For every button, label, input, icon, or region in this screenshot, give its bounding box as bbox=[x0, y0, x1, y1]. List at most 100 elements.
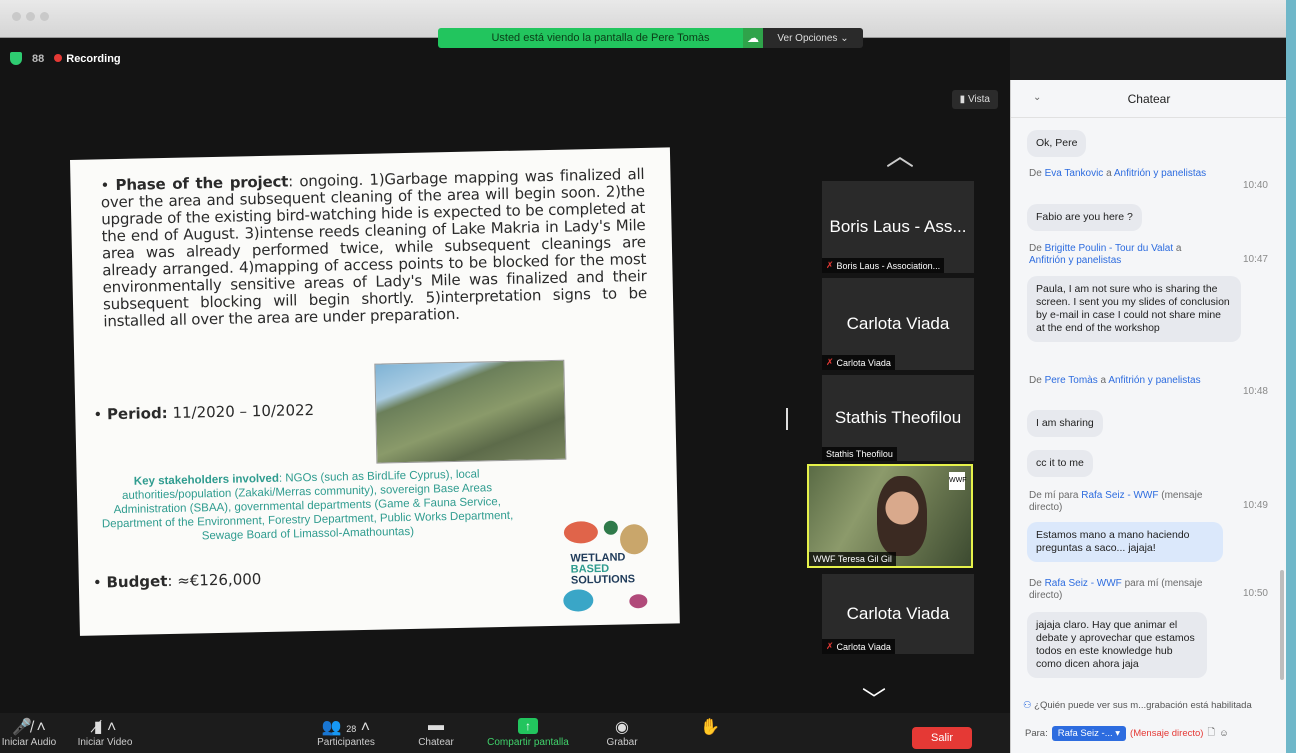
chat-visibility-note[interactable]: ⚇ ¿Quién puede ver sus m...grabación est… bbox=[1023, 700, 1283, 711]
slide-stake-label: Key stakeholders involved bbox=[133, 472, 280, 488]
logo-blob-green bbox=[603, 520, 618, 535]
logo-text: WETLAND BASED SOLUTIONS bbox=[570, 551, 636, 587]
participant-video-face bbox=[877, 476, 927, 556]
mic-muted-icon: ✗ bbox=[826, 641, 834, 651]
share-arrow-icon: ↑ bbox=[518, 718, 538, 734]
start-audio-button[interactable]: 🎤̸ ˄ Iniciar Audio bbox=[0, 717, 64, 748]
share-icon-wrap: ↑ bbox=[478, 717, 578, 737]
screen-share-banner: Usted está viendo la pantalla de Pere To… bbox=[438, 28, 763, 48]
mic-muted-icon: ✗ bbox=[826, 357, 834, 367]
meta-recipient: Anfitrión y panelistas bbox=[1108, 375, 1201, 386]
chat-message-meta: De Brigitte Poulin - Tour du Valat a Anf… bbox=[1029, 243, 1219, 267]
window-close-button[interactable] bbox=[12, 12, 21, 21]
logo-line-3: SOLUTIONS bbox=[570, 573, 636, 587]
record-dot-icon bbox=[54, 53, 63, 62]
chat-message-bubble: Estamos mano a mano haciendo preguntas a… bbox=[1027, 522, 1223, 562]
participant-tile[interactable]: Carlota Viada ✗ Carlota Viada bbox=[822, 278, 974, 370]
record-icon: ◉ bbox=[615, 719, 629, 736]
chat-message-time: 10:40 bbox=[1242, 180, 1268, 191]
view-button[interactable]: ▮ Vista bbox=[951, 90, 998, 109]
shield-icon[interactable] bbox=[10, 52, 22, 65]
gallery-scroll-down-icon[interactable]: ﹀ bbox=[862, 680, 886, 715]
participants-button[interactable]: 👥 28 ˄ Participantes bbox=[306, 717, 386, 748]
chat-recipient-row: Para: Rafa Seiz -... ▾ (Mensaje directo)… bbox=[1025, 725, 1287, 741]
chat-header: ⌄ Chatear bbox=[1011, 80, 1287, 118]
window-zoom-button[interactable] bbox=[40, 12, 49, 21]
chat-scrollbar[interactable] bbox=[1280, 570, 1284, 680]
chat-message-time: 10:48 bbox=[1242, 386, 1268, 397]
chat-message-time: 10:47 bbox=[1242, 254, 1268, 265]
chat-visibility-text: ¿Quién puede ver sus m...grabación está … bbox=[1034, 700, 1252, 711]
participant-name-tag: ✗ Carlota Viada bbox=[822, 355, 895, 370]
logo-blob-tan bbox=[619, 523, 649, 555]
chat-button[interactable]: ▬ Chatear bbox=[406, 717, 466, 748]
chat-message-bubble: I am sharing bbox=[1027, 410, 1103, 437]
participant-display-name: Stathis Theofilou bbox=[834, 408, 962, 427]
gallery-scroll-up-icon[interactable]: ︿ bbox=[886, 134, 914, 174]
participant-name: Carlota Viada bbox=[836, 357, 891, 368]
slide-stakeholders: Key stakeholders involved: NGOs (such as… bbox=[97, 467, 518, 546]
logo-blob-blue bbox=[563, 589, 594, 612]
meta-sender[interactable]: Rafa Seiz - WWF bbox=[1081, 490, 1158, 501]
reactions-button[interactable]: ✋ bbox=[690, 717, 730, 737]
chevron-down-icon[interactable]: ⌄ bbox=[1033, 92, 1041, 103]
view-options-button[interactable]: Ver Opciones ⌄ bbox=[763, 28, 863, 48]
desktop-background-edge bbox=[1286, 0, 1296, 753]
to-label: Para: bbox=[1025, 727, 1048, 739]
people-icon: ⚇ bbox=[1023, 700, 1032, 711]
chat-message-meta: De mí para Rafa Seiz - WWF (mensaje dire… bbox=[1029, 490, 1219, 514]
shared-slide: • Phase of the project: ongoing. 1)Garba… bbox=[70, 147, 680, 636]
chat-message-meta: De Eva Tankovic a Anfitrión y panelistas bbox=[1029, 168, 1219, 180]
logo-blob-purple bbox=[629, 594, 648, 609]
participants-icon: 👥 28 ˄ bbox=[321, 719, 371, 736]
chat-bubble-icon: ▬ bbox=[428, 717, 444, 734]
meta-recipient: Anfitrión y panelistas bbox=[1113, 168, 1207, 179]
meeting-status-bar: 88 Recording bbox=[10, 52, 121, 65]
grid-icon[interactable]: 88 bbox=[32, 53, 44, 65]
recording-indicator: Recording bbox=[54, 53, 121, 65]
recipient-select[interactable]: Rafa Seiz -... ▾ bbox=[1051, 725, 1127, 741]
meta-prefix: De mí para bbox=[1029, 490, 1082, 501]
meta-sender[interactable]: Eva Tankovic bbox=[1045, 168, 1104, 179]
wetland-solutions-logo: WETLAND BASED SOLUTIONS bbox=[558, 518, 670, 620]
participant-tile[interactable]: Stathis Theofilou Stathis Theofilou bbox=[822, 375, 974, 461]
participant-video-tile[interactable]: WWF WWF Teresa Gil Gil bbox=[807, 464, 973, 568]
meeting-area: 88 Recording ▮ Vista • Phase of the proj… bbox=[0, 38, 1010, 753]
file-icon[interactable]: 🗋 bbox=[1207, 725, 1215, 741]
participant-tile[interactable]: Boris Laus - Ass... ✗ Boris Laus - Associ… bbox=[822, 181, 974, 273]
meeting-toolbar: 🎤̸ ˄ Iniciar Audio ▮̸ ˄ Iniciar Video 👥 28… bbox=[0, 713, 1010, 753]
participant-display-name: Carlota Viada bbox=[846, 314, 950, 333]
record-button[interactable]: ◉ Grabar bbox=[592, 717, 652, 748]
video-off-icon: ▮̸ ˄ bbox=[93, 719, 117, 736]
participant-name-tag: WWF Teresa Gil Gil bbox=[809, 552, 896, 566]
chat-message-time: 10:49 bbox=[1242, 500, 1268, 511]
logo-blob-red bbox=[563, 521, 599, 544]
share-cloud-icon: ☁ bbox=[743, 28, 763, 48]
raise-hand-icon: ✋ bbox=[700, 719, 720, 736]
participant-name-tag: ✗ Carlota Viada bbox=[822, 639, 895, 654]
meta-prefix: De bbox=[1029, 578, 1045, 589]
participant-display-name: Carlota Viada bbox=[846, 604, 950, 623]
chat-message-bubble: cc it to me bbox=[1027, 450, 1093, 477]
meta-sender[interactable]: Pere Tomàs bbox=[1045, 375, 1098, 386]
share-screen-label: Compartir pantalla bbox=[487, 737, 569, 748]
record-label: Grabar bbox=[606, 737, 638, 748]
meta-sender[interactable]: Rafa Seiz - WWF bbox=[1045, 578, 1122, 589]
slide-budget-value: : ≈€126,000 bbox=[167, 570, 262, 591]
chat-message-bubble: Ok, Pere bbox=[1027, 130, 1087, 157]
share-screen-button[interactable]: ↑ Compartir pantalla bbox=[478, 717, 578, 748]
start-video-button[interactable]: ▮̸ ˄ Iniciar Video bbox=[70, 717, 140, 748]
participant-tile[interactable]: Carlota Viada ✗ Carlota Viada bbox=[822, 574, 974, 654]
leave-meeting-button[interactable]: Salir bbox=[912, 727, 972, 749]
meta-recipient: Anfitrión y panelistas bbox=[1029, 255, 1122, 266]
participant-name: Stathis Theofilou bbox=[826, 449, 893, 459]
gallery-resize-handle[interactable] bbox=[786, 408, 788, 430]
chat-message-meta: De Rafa Seiz - WWF para mí (mensaje dire… bbox=[1029, 578, 1219, 602]
window-minimize-button[interactable] bbox=[26, 12, 35, 21]
emoji-icon[interactable]: ☺ bbox=[1219, 728, 1229, 739]
start-video-label: Iniciar Video bbox=[77, 737, 133, 748]
slide-aerial-photo bbox=[374, 359, 567, 464]
meta-sender[interactable]: Brigitte Poulin - Tour du Valat bbox=[1045, 243, 1174, 254]
chat-title: Chatear bbox=[1127, 91, 1171, 106]
participants-count: 28 bbox=[346, 724, 357, 734]
